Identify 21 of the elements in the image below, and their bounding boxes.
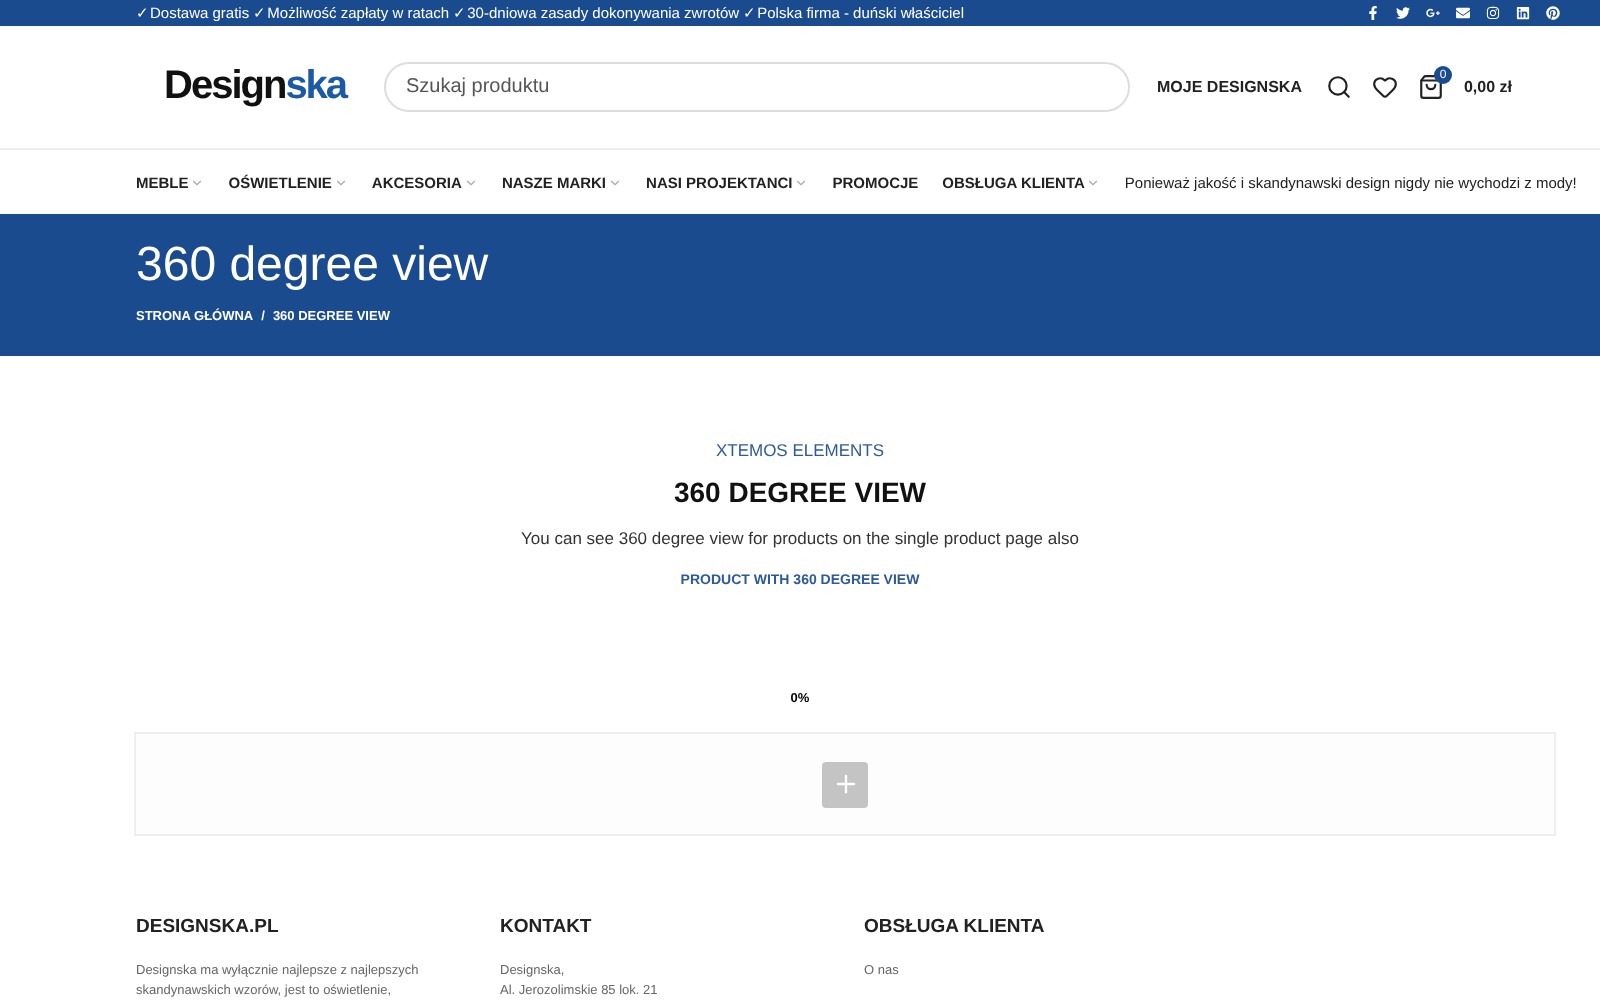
cart-total: 0,00 zł: [1463, 78, 1512, 96]
footer-heading: DESIGNSKA.PL: [136, 916, 281, 938]
pinterest-icon[interactable]: [1546, 6, 1560, 20]
twitter-icon[interactable]: [1396, 6, 1410, 20]
instagram-icon[interactable]: [1486, 6, 1500, 20]
facebook-icon[interactable]: [1366, 6, 1380, 20]
wishlist-button[interactable]: [1371, 74, 1398, 100]
account-link[interactable]: MOJE DESIGNSKA: [1157, 78, 1302, 96]
logo[interactable]: Designska: [164, 64, 384, 110]
google-plus-icon[interactable]: [1426, 6, 1440, 20]
page-title: 360 degree view: [136, 242, 491, 290]
search-button[interactable]: [1325, 74, 1352, 100]
section-title: 360 DEGREE VIEW: [673, 476, 927, 508]
section-description: You can see 360 degree view for products on the single product page also: [521, 528, 1079, 548]
linkedin-icon[interactable]: [1516, 6, 1530, 20]
footer-heading: OBSŁUGA KLIENTA: [864, 916, 1047, 938]
plus-icon: [831, 770, 859, 798]
footer-heading: KONTAKT: [500, 916, 594, 938]
search-field[interactable]: Szukaj produktu: [384, 62, 1130, 112]
mail-icon[interactable]: [1456, 6, 1470, 20]
section-subtitle: XTEMOS ELEMENTS: [715, 440, 885, 460]
